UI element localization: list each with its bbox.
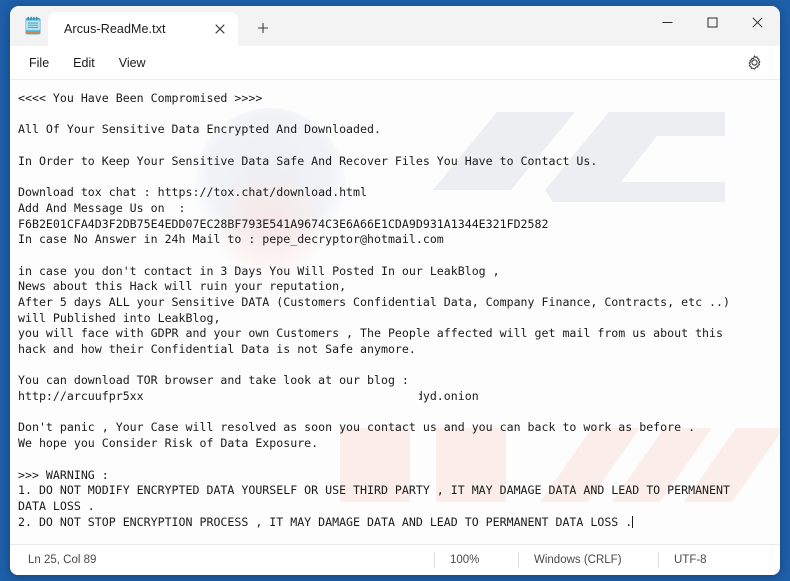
text-line: In Order to Keep Your Sensitive Data Saf… [18, 154, 780, 170]
text-line: will Published into LeakBlog, [18, 311, 780, 327]
zoom-level[interactable]: 100% [450, 551, 479, 569]
minimize-button[interactable] [645, 6, 690, 38]
menu-item-file[interactable]: File [18, 51, 60, 75]
text-line [18, 452, 780, 468]
text-line: in case you don't contact in 3 Days You … [18, 264, 780, 280]
document-text[interactable]: <<<< You Have Been Compromised >>>> All … [10, 80, 780, 544]
maximize-button[interactable] [690, 6, 735, 38]
status-divider-3 [658, 552, 659, 568]
text-editor-area[interactable]: <<<< You Have Been Compromised >>>> All … [10, 80, 780, 544]
menu-item-view[interactable]: View [108, 51, 157, 75]
text-line: DATA LOSS . [18, 499, 780, 515]
text-line: All Of Your Sensitive Data Encrypted And… [18, 122, 780, 138]
encoding[interactable]: UTF-8 [674, 551, 707, 569]
cursor-position: Ln 25, Col 89 [28, 554, 96, 566]
text-line: 2. DO NOT STOP ENCRYPTION PROCESS , IT M… [18, 515, 780, 531]
line-ending[interactable]: Windows (CRLF) [534, 551, 622, 569]
desktop-backdrop: Arcus-ReadMe.txt [0, 0, 790, 581]
text-line: hack and how their Confidential Data is … [18, 342, 780, 358]
text-line [18, 107, 780, 123]
text-line: 1. DO NOT MODIFY ENCRYPTED DATA YOURSELF… [18, 483, 780, 499]
text-line: you will face with GDPR and your own Cus… [18, 326, 780, 342]
status-divider-1 [434, 552, 435, 568]
tab-active[interactable]: Arcus-ReadMe.txt [48, 12, 238, 46]
text-line: News about this Hack will ruin your repu… [18, 279, 780, 295]
notepad-window: Arcus-ReadMe.txt [10, 6, 780, 575]
text-line: You can download TOR browser and take lo… [18, 373, 780, 389]
text-line: In case No Answer in 24h Mail to : pepe_… [18, 232, 780, 248]
text-line: http://arcuufpr5xx hszmc5g7qdyd.onion [18, 389, 780, 405]
status-bar: Ln 25, Col 89 100% Windows (CRLF) UTF-8 [10, 544, 780, 575]
text-line [18, 138, 780, 154]
menu-item-edit[interactable]: Edit [62, 51, 106, 75]
new-tab-button[interactable] [248, 13, 278, 43]
text-line: <<<< You Have Been Compromised >>>> [18, 91, 780, 107]
text-line [18, 169, 780, 185]
text-line: >>> WARNING : [18, 468, 780, 484]
text-line [18, 405, 780, 421]
tab-strip: Arcus-ReadMe.txt [48, 6, 645, 46]
text-line: After 5 days ALL your Sensitive DATA (Cu… [18, 295, 780, 311]
notepad-icon [22, 6, 44, 46]
redaction-block [181, 390, 419, 404]
text-line: We hope you Consider Risk of Data Exposu… [18, 436, 780, 452]
title-bar: Arcus-ReadMe.txt [10, 6, 780, 46]
text-line [18, 358, 780, 374]
window-controls [645, 6, 780, 46]
text-line: Don't panic , Your Case will resolved as… [18, 420, 780, 436]
text-line: Download tox chat : https://tox.chat/dow… [18, 185, 780, 201]
close-tab-icon[interactable] [208, 17, 232, 41]
tab-title: Arcus-ReadMe.txt [64, 22, 208, 36]
text-line [18, 248, 780, 264]
menu-bar: File Edit View [10, 46, 780, 80]
close-window-button[interactable] [735, 6, 780, 38]
text-line: Add And Message Us on : [18, 201, 780, 217]
status-divider-2 [518, 552, 519, 568]
text-caret [632, 516, 633, 528]
text-line: F6B2E01CFA4D3F2DB75E4EDD07EC28BF793E541A… [18, 217, 780, 233]
gear-icon[interactable] [740, 50, 768, 76]
